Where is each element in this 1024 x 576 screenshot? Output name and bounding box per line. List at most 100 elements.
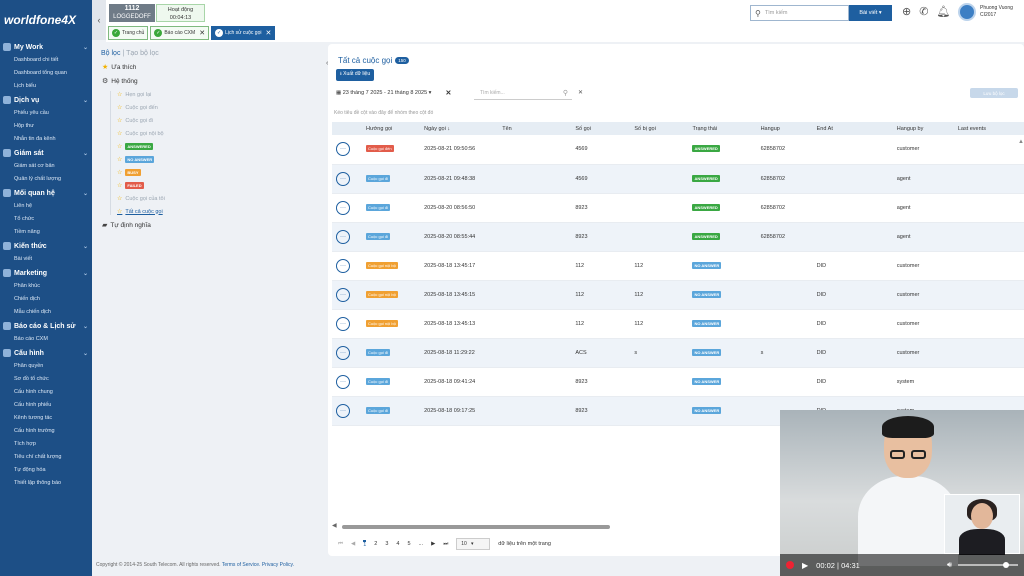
page-link[interactable]: ... — [419, 541, 424, 547]
tab-2[interactable]: ✓ Lịch sử cuộc gọi ✕ — [211, 26, 276, 40]
more-icon[interactable]: ··· — [336, 287, 350, 302]
column-header[interactable]: Hangup — [756, 122, 813, 135]
sidebar-section-3[interactable]: Mối quan hệ ⌄ — [0, 186, 92, 200]
favorites-group[interactable]: ★ Ưa thích — [102, 63, 320, 72]
sidebar-item[interactable]: Phiếu yêu cầu — [0, 107, 92, 120]
sidebar-section-4[interactable]: Kiến thức ⌄ — [0, 239, 92, 253]
video-call-window[interactable]: ▶ 00:02 | 04:31 🔊︎ — [780, 410, 1024, 576]
sidebar-section-0[interactable]: My Work ⌄ — [0, 40, 92, 54]
search-scope-dropdown[interactable]: Bài viết ▾ — [849, 5, 892, 21]
sidebar-item[interactable]: Dashboard chi tiết — [0, 54, 92, 67]
search-input[interactable]: Tìm kiếm — [765, 10, 788, 16]
horizontal-scrollbar[interactable]: ◀ — [332, 522, 782, 530]
column-header[interactable] — [332, 122, 363, 135]
filter-item[interactable]: ☆ ANSWERED — [117, 143, 320, 150]
sidebar-item[interactable]: Bài viết — [0, 253, 92, 266]
sidebar-item[interactable]: Tiềm năng — [0, 226, 92, 239]
add-icon[interactable]: ⊕ — [902, 5, 911, 18]
page-link[interactable]: 2 — [374, 541, 377, 547]
volume-knob[interactable] — [1003, 562, 1009, 568]
phone-icon[interactable]: ✆ — [919, 5, 928, 18]
table-row[interactable]: ··· Cuộc gọi nội bộ 2025-08-18 13:45:15 112… — [332, 280, 1024, 310]
sidebar-item[interactable]: Chiến dịch — [0, 293, 92, 306]
self-view[interactable] — [944, 494, 1020, 555]
sidebar-item[interactable]: Báo cáo CXM — [0, 333, 92, 346]
app-logo[interactable]: worldfone4X — [0, 0, 92, 40]
sidebar-item[interactable]: Cấu hình chung — [0, 386, 92, 399]
global-search[interactable]: ⚲ Tìm kiếm — [750, 5, 849, 21]
close-icon[interactable]: ✕ — [199, 29, 205, 37]
tab-1[interactable]: ✓ Báo cáo CXM ✕ — [150, 26, 210, 40]
extension-status[interactable]: 1112 LOGGEDOFF — [109, 4, 155, 22]
sidebar-item[interactable]: Mẫu chiến dịch — [0, 306, 92, 319]
filter-item[interactable]: ☆ Cuộc gọi của tôi — [117, 195, 320, 203]
sidebar-item[interactable]: Kênh tương tác — [0, 412, 92, 425]
sidebar-section-5[interactable]: Marketing ⌄ — [0, 266, 92, 280]
scroll-thumb[interactable] — [342, 525, 610, 529]
table-search-input[interactable]: Tìm kiếm... — [480, 90, 505, 96]
scroll-up-icon[interactable]: ▲ — [1018, 139, 1024, 145]
column-header[interactable]: Tên — [498, 122, 572, 135]
clear-search-icon[interactable]: ✕ — [578, 89, 583, 96]
sidebar-section-6[interactable]: Báo cáo & Lịch sử ⌄ — [0, 319, 92, 333]
toggle-filter-icon[interactable]: ‹ — [326, 60, 328, 67]
page-link[interactable]: 1 — [363, 540, 367, 548]
sidebar-item[interactable]: Quản lý chất lượng — [0, 173, 92, 186]
sidebar-item[interactable]: Cấu hình phiếu — [0, 399, 92, 412]
sidebar-item[interactable]: Liên hệ — [0, 200, 92, 213]
more-icon[interactable]: ··· — [336, 142, 350, 157]
page-size-select[interactable]: 10 ▾ — [456, 538, 491, 550]
tab-filter[interactable]: Bộ lọc — [101, 50, 120, 57]
volume-control[interactable]: 🔊︎ — [947, 560, 1018, 570]
scroll-left-icon[interactable]: ◀ — [332, 522, 337, 529]
sidebar-item[interactable]: Phân quyền — [0, 360, 92, 373]
more-icon[interactable]: ··· — [336, 200, 350, 215]
more-icon[interactable]: ··· — [336, 374, 350, 389]
sidebar-item[interactable]: Tự động hóa — [0, 464, 92, 477]
more-icon[interactable]: ··· — [336, 229, 350, 244]
sidebar-collapse-button[interactable]: ‹ — [92, 0, 106, 40]
filter-item[interactable]: ☆ Cuộc gọi đi — [117, 117, 320, 125]
system-group[interactable]: ⚙ Hệ thống — [102, 77, 320, 86]
sidebar-item[interactable]: Cấu hình trường — [0, 425, 92, 438]
table-row[interactable]: ··· Cuộc gọi nội bộ 2025-08-18 13:45:17 112… — [332, 251, 1024, 281]
save-filter-button[interactable]: Lưu bộ lọc — [970, 88, 1018, 98]
sidebar-section-7[interactable]: Cấu hình ⌄ — [0, 346, 92, 360]
column-header[interactable]: Số gọi — [571, 122, 631, 135]
sidebar-item[interactable]: Dashboard tổng quan — [0, 67, 92, 80]
column-header[interactable]: Last events — [953, 122, 1024, 135]
last-page-icon[interactable]: ⏭ — [443, 541, 448, 548]
column-header[interactable]: Ngày gọi ↓ — [420, 122, 499, 135]
close-icon[interactable]: ✕ — [265, 29, 271, 37]
privacy-link[interactable]: Privacy Policy. — [262, 562, 294, 568]
page-link[interactable]: 4 — [396, 541, 399, 547]
table-row[interactable]: ··· Cuộc gọi đi 2025-08-18 11:29:22 ACS s NO … — [332, 338, 1024, 368]
sidebar-item[interactable]: Tổ chức — [0, 213, 92, 226]
filter-item[interactable]: ☆ Tất cả cuộc gọi — [117, 208, 320, 216]
sidebar-item[interactable]: Hộp thư — [0, 120, 92, 133]
tab-create-filter[interactable]: Tạo bộ lọc — [126, 50, 159, 57]
avatar[interactable] — [958, 3, 976, 21]
table-row[interactable]: ··· Cuộc gọi đi 2025-08-21 09:48:38 4569 ANS… — [332, 164, 1024, 194]
user-menu[interactable]: Phuong Vuong CI2017 — [958, 3, 1013, 21]
table-row[interactable]: ··· Cuộc gọi đi 2025-08-20 08:56:50 8923 ANS… — [332, 193, 1024, 223]
sidebar-item[interactable]: Thiết lập thông báo — [0, 477, 92, 490]
date-range-picker[interactable]: ▦ 23 tháng 7 2025 - 21 tháng 8 2025 ▾ ✕ — [336, 89, 451, 97]
prev-page-icon[interactable]: ◀ — [351, 541, 355, 547]
table-row[interactable]: ··· Cuộc gọi đến 2025-08-21 09:50:56 4569 AN… — [332, 135, 1024, 165]
filter-item[interactable]: ☆ Cuộc gọi nội bộ — [117, 130, 320, 138]
clear-date-icon[interactable]: ✕ — [445, 89, 451, 97]
table-row[interactable]: ··· Cuộc gọi đi 2025-08-18 09:41:24 8923 NO … — [332, 367, 1024, 397]
custom-group[interactable]: ▰ Tự định nghĩa — [102, 221, 320, 230]
sidebar-item[interactable]: Tích hợp — [0, 438, 92, 451]
sidebar-section-1[interactable]: Dịch vụ ⌄ — [0, 93, 92, 107]
bell-icon[interactable]: 🔔︎ — [936, 5, 950, 18]
page-link[interactable]: 5 — [407, 541, 410, 547]
filter-item[interactable]: ☆ FAILED — [117, 182, 320, 189]
volume-slider[interactable] — [958, 562, 1018, 568]
filter-item[interactable]: ☆ BUSY — [117, 169, 320, 176]
filter-item[interactable]: ☆ Hẹn gọi lại — [117, 91, 320, 99]
more-icon[interactable]: ··· — [336, 258, 350, 273]
volume-icon[interactable]: 🔊︎ — [947, 560, 952, 570]
more-icon[interactable]: ··· — [336, 345, 350, 360]
